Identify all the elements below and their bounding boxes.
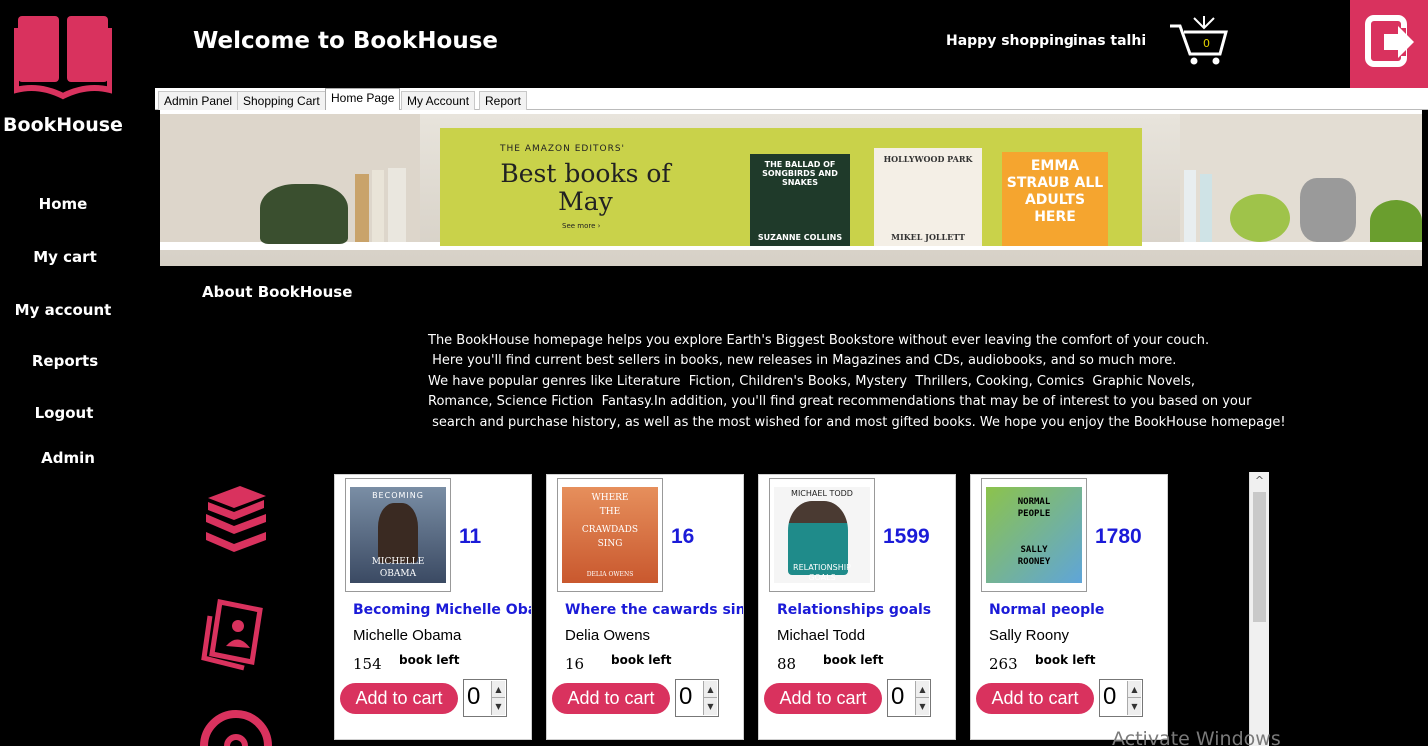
stepper-up-icon[interactable]: ▲ xyxy=(916,681,929,698)
product-id: 11 xyxy=(459,525,482,548)
quantity-stepper[interactable]: 0 ▲ ▼ xyxy=(463,679,507,717)
add-to-cart-button[interactable]: Add to cart xyxy=(340,683,458,714)
add-to-cart-button[interactable]: Add to cart xyxy=(976,683,1094,714)
product-id: 16 xyxy=(671,525,695,548)
banner-book-cover: HOLLYWOOD PARK MIKEL JOLLETT xyxy=(874,148,982,246)
quantity-stepper[interactable]: 0 ▲ ▼ xyxy=(675,679,719,717)
book-stack-icon xyxy=(206,486,266,552)
product-author: Michael Todd xyxy=(777,627,866,644)
banner-small-text: THE AMAZON EDITORS' xyxy=(500,144,626,154)
product-id: 1599 xyxy=(883,525,930,548)
book-cover-image[interactable]: WHERE THE CRAWDADS SING DELIA OWENS xyxy=(557,478,663,592)
stepper-up-icon[interactable]: ▲ xyxy=(492,681,505,698)
tab-admin-panel[interactable]: Admin Panel xyxy=(158,91,239,110)
quantity-stepper[interactable]: 0 ▲ ▼ xyxy=(887,679,931,717)
book-left-label: book left xyxy=(1035,653,1096,667)
stepper-up-icon[interactable]: ▲ xyxy=(1128,681,1141,698)
nav-my-account[interactable]: My account xyxy=(0,301,126,319)
tab-bar: Admin Panel Shopping Cart Home Page My A… xyxy=(155,88,1428,110)
product-card: NORMAL PEOPLE SALLY ROONEY 1780 Normal p… xyxy=(970,474,1168,740)
product-card: MICHAEL TODD RELATIONSHIP GOALS 1599 Rel… xyxy=(758,474,956,740)
add-to-cart-button[interactable]: Add to cart xyxy=(552,683,670,714)
tab-report[interactable]: Report xyxy=(479,91,528,110)
exit-button[interactable] xyxy=(1350,0,1428,88)
quantity-value[interactable]: 0 xyxy=(891,683,904,711)
banner-book-cover: EMMA STRAUB ALL ADULTS HERE xyxy=(1002,152,1108,246)
book-cover-image[interactable]: MICHAEL TODD RELATIONSHIP GOALS xyxy=(769,478,875,592)
book-left-label: book left xyxy=(399,653,460,667)
product-title[interactable]: Relationships goals xyxy=(777,602,955,618)
product-title[interactable]: Normal people xyxy=(989,602,1167,618)
stepper-down-icon[interactable]: ▼ xyxy=(1128,698,1141,715)
scroll-up-icon[interactable]: ^ xyxy=(1250,472,1269,490)
stepper-up-icon[interactable]: ▲ xyxy=(704,681,717,698)
cd-disc-icon xyxy=(200,710,272,746)
product-title[interactable]: Becoming Michelle Obama xyxy=(353,602,531,618)
welcome-title: Welcome to BookHouse xyxy=(193,28,498,54)
scroll-thumb[interactable] xyxy=(1253,492,1266,622)
book-left-label: book left xyxy=(823,653,884,667)
product-stock: 88 xyxy=(777,655,797,673)
product-card: BECOMING MICHELLE OBAMA 11 Becoming Mich… xyxy=(334,474,532,740)
banner-book-author: SUZANNE COLLINS xyxy=(757,233,843,242)
about-title: About BookHouse xyxy=(202,283,353,301)
cart-count: 0 xyxy=(1203,37,1210,50)
banner-book-cover: THE BALLAD OF SONGBIRDS AND SNAKES SUZAN… xyxy=(750,154,850,246)
about-text: The BookHouse homepage helps you explore… xyxy=(428,333,1286,430)
quantity-value[interactable]: 0 xyxy=(467,683,480,711)
stepper-down-icon[interactable]: ▼ xyxy=(916,698,929,715)
product-list: BECOMING MICHELLE OBAMA 11 Becoming Mich… xyxy=(322,474,1170,746)
product-stock: 16 xyxy=(565,655,585,673)
magazine-icon xyxy=(201,599,263,671)
nav-admin[interactable]: Admin xyxy=(5,449,131,467)
nav-home[interactable]: Home xyxy=(0,195,126,213)
quantity-stepper[interactable]: 0 ▲ ▼ xyxy=(1099,679,1143,717)
product-stock: 263 xyxy=(989,655,1018,673)
nav-reports[interactable]: Reports xyxy=(2,352,128,370)
sidebar: BookHouse Home My cart My account Report… xyxy=(0,0,155,746)
username-label: inas talhi xyxy=(1073,33,1147,49)
product-title[interactable]: Where the cawards sing xyxy=(565,602,743,618)
product-author: Sally Roony xyxy=(989,627,1070,644)
book-cover-image[interactable]: BECOMING MICHELLE OBAMA xyxy=(345,478,451,592)
tab-my-account[interactable]: My Account xyxy=(401,91,476,110)
nav-logout[interactable]: Logout xyxy=(1,404,127,422)
tab-shopping-cart[interactable]: Shopping Cart xyxy=(237,91,326,110)
banner-book-title: HOLLYWOOD PARK xyxy=(883,154,973,164)
nav-my-cart[interactable]: My cart xyxy=(2,248,128,266)
quantity-value[interactable]: 0 xyxy=(679,683,692,711)
tab-home-page[interactable]: Home Page xyxy=(325,88,401,110)
banner-title: Best books of May xyxy=(500,159,671,216)
product-card: WHERE THE CRAWDADS SING DELIA OWENS 16 W… xyxy=(546,474,744,740)
book-left-label: book left xyxy=(611,653,672,667)
activate-windows-watermark: Activate Windows xyxy=(1112,728,1281,746)
add-to-cart-button[interactable]: Add to cart xyxy=(764,683,882,714)
product-scrollbar[interactable]: ^ xyxy=(1249,472,1269,746)
stepper-down-icon[interactable]: ▼ xyxy=(704,698,717,715)
banner-see-more-link[interactable]: See more › xyxy=(562,222,600,230)
stepper-down-icon[interactable]: ▼ xyxy=(492,698,505,715)
banner-book-title: THE BALLAD OF SONGBIRDS AND SNAKES xyxy=(762,160,838,187)
exit-icon xyxy=(1365,15,1414,67)
open-book-logo-icon xyxy=(14,16,112,100)
product-stock: 154 xyxy=(353,655,382,673)
banner-book-author: MIKEL JOLLETT xyxy=(891,232,965,242)
brand-name: BookHouse xyxy=(3,114,123,136)
product-id: 1780 xyxy=(1095,525,1142,548)
book-cover-image[interactable]: NORMAL PEOPLE SALLY ROONEY xyxy=(981,478,1087,592)
greeting-text: Happy shopping xyxy=(946,33,1074,49)
promo-banner[interactable]: THE AMAZON EDITORS' Best books of May Se… xyxy=(160,110,1422,266)
banner-book-title: EMMA STRAUB ALL ADULTS HERE xyxy=(1006,158,1104,225)
shopping-cart-icon[interactable]: 0 xyxy=(1168,14,1230,66)
product-author: Michelle Obama xyxy=(353,627,462,644)
quantity-value[interactable]: 0 xyxy=(1103,683,1116,711)
product-author: Delia Owens xyxy=(565,627,651,644)
